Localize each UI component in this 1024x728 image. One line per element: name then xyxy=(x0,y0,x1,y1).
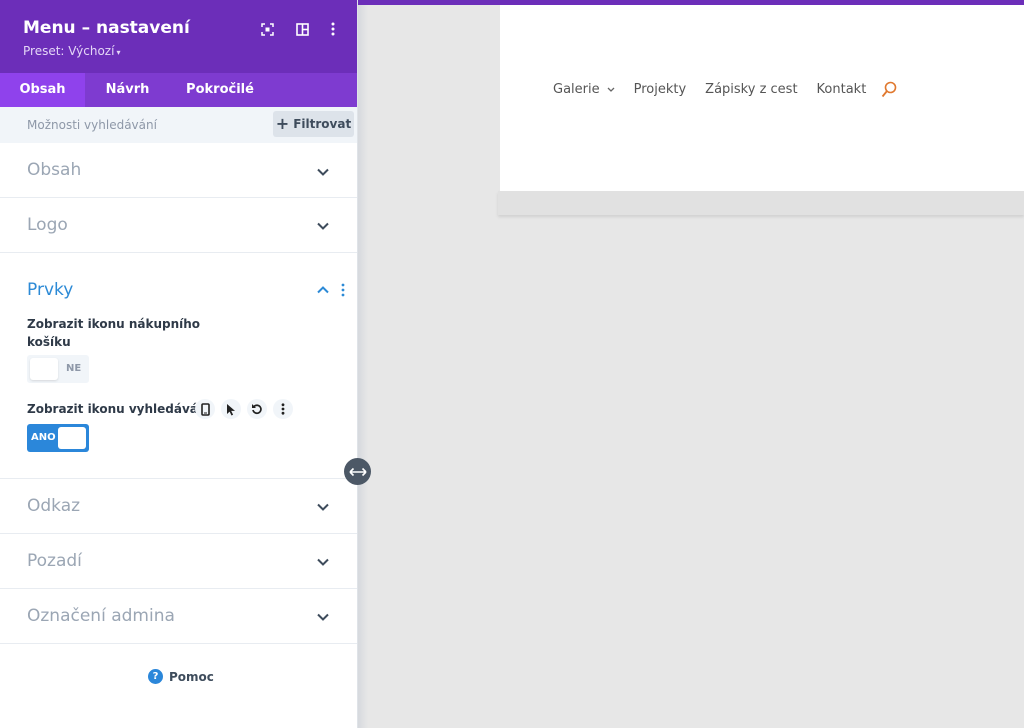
menu-item-kontakt[interactable]: Kontakt xyxy=(817,82,867,97)
search-icon-option-label: Zobrazit ikonu vyhledávání xyxy=(27,402,211,416)
section-oznaceni-admina[interactable]: Označení admina xyxy=(0,589,357,644)
panel-title: Menu – nastavení xyxy=(23,18,190,38)
preview-menu: Galerie Projekty Zápisky z cest Kontakt xyxy=(553,81,897,98)
horizontal-arrows-icon xyxy=(348,467,367,476)
chevron-down-icon xyxy=(317,503,329,511)
plus-icon: + xyxy=(275,114,290,133)
section-pozadi-title: Pozadí xyxy=(27,551,82,571)
split-view-icon[interactable] xyxy=(295,22,309,36)
caret-down-icon: ▾ xyxy=(116,48,121,57)
settings-panel: Menu – nastavení Preset: Výchozí ▾ Obsah … xyxy=(0,0,358,728)
reset-icon[interactable] xyxy=(247,399,267,419)
filter-button[interactable]: + Filtrovat xyxy=(273,111,354,137)
chevron-down-icon xyxy=(607,87,615,92)
tab-pokrocile[interactable]: Pokročilé xyxy=(170,73,270,107)
menu-item-projekty[interactable]: Projekty xyxy=(634,82,687,97)
page-section-shadow xyxy=(498,191,1024,215)
phone-icon[interactable] xyxy=(195,399,215,419)
help-link[interactable]: ? Pomoc xyxy=(148,669,214,684)
chevron-down-icon xyxy=(317,558,329,566)
search-icon-toggle[interactable]: ANO xyxy=(27,424,89,452)
cart-icon-option-label: Zobrazit ikonu nákupního košíku xyxy=(27,317,201,349)
more-vertical-icon[interactable] xyxy=(341,283,345,297)
preview-page xyxy=(500,5,1024,191)
more-vertical-icon[interactable] xyxy=(273,399,293,419)
help-label: Pomoc xyxy=(169,669,214,684)
menu-item-label: Galerie xyxy=(553,82,600,97)
chevron-down-icon xyxy=(317,613,329,621)
section-logo[interactable]: Logo xyxy=(0,198,357,253)
section-odkaz-title: Odkaz xyxy=(27,496,81,516)
cart-icon-toggle[interactable]: NE xyxy=(27,355,89,383)
more-vertical-icon[interactable] xyxy=(326,22,340,36)
section-odkaz[interactable]: Odkaz xyxy=(0,479,357,534)
section-logo-title: Logo xyxy=(27,215,68,235)
menu-item-zapisky[interactable]: Zápisky z cest xyxy=(705,82,797,97)
resize-handle[interactable] xyxy=(344,458,371,485)
help-icon: ? xyxy=(148,669,163,684)
menu-item-galerie[interactable]: Galerie xyxy=(553,82,615,97)
toggle-knob xyxy=(58,427,86,449)
search-options-input[interactable]: Možnosti vyhledávání xyxy=(27,118,157,132)
tab-navrh[interactable]: Návrh xyxy=(85,73,170,107)
toggle-state-label: NE xyxy=(66,363,82,374)
section-obsah-title: Obsah xyxy=(27,160,82,180)
preset-label: Preset: Výchozí xyxy=(23,44,115,58)
section-prvky: Prvky Zobrazit ikonu nákupního košíku NE… xyxy=(0,253,357,479)
tab-obsah[interactable]: Obsah xyxy=(0,73,85,107)
chevron-down-icon xyxy=(317,222,329,230)
panel-tabs: Obsah Návrh Pokročilé xyxy=(0,73,357,107)
section-oznaceni-admina-title: Označení admina xyxy=(27,606,175,626)
chevron-down-icon xyxy=(317,168,329,176)
cursor-icon[interactable] xyxy=(221,399,241,419)
toggle-state-label: ANO xyxy=(31,432,56,443)
section-pozadi[interactable]: Pozadí xyxy=(0,534,357,589)
magnifier-icon[interactable] xyxy=(881,81,897,98)
section-prvky-title[interactable]: Prvky xyxy=(27,280,73,300)
filter-button-label: Filtrovat xyxy=(293,117,352,131)
filter-bar: Možnosti vyhledávání + Filtrovat xyxy=(0,107,357,143)
section-obsah[interactable]: Obsah xyxy=(0,143,357,198)
expand-icon[interactable] xyxy=(260,22,274,36)
panel-header: Menu – nastavení Preset: Výchozí ▾ xyxy=(0,0,357,73)
toggle-knob xyxy=(30,358,58,380)
preset-selector[interactable]: Preset: Výchozí ▾ xyxy=(23,44,120,58)
chevron-up-icon[interactable] xyxy=(317,286,329,294)
